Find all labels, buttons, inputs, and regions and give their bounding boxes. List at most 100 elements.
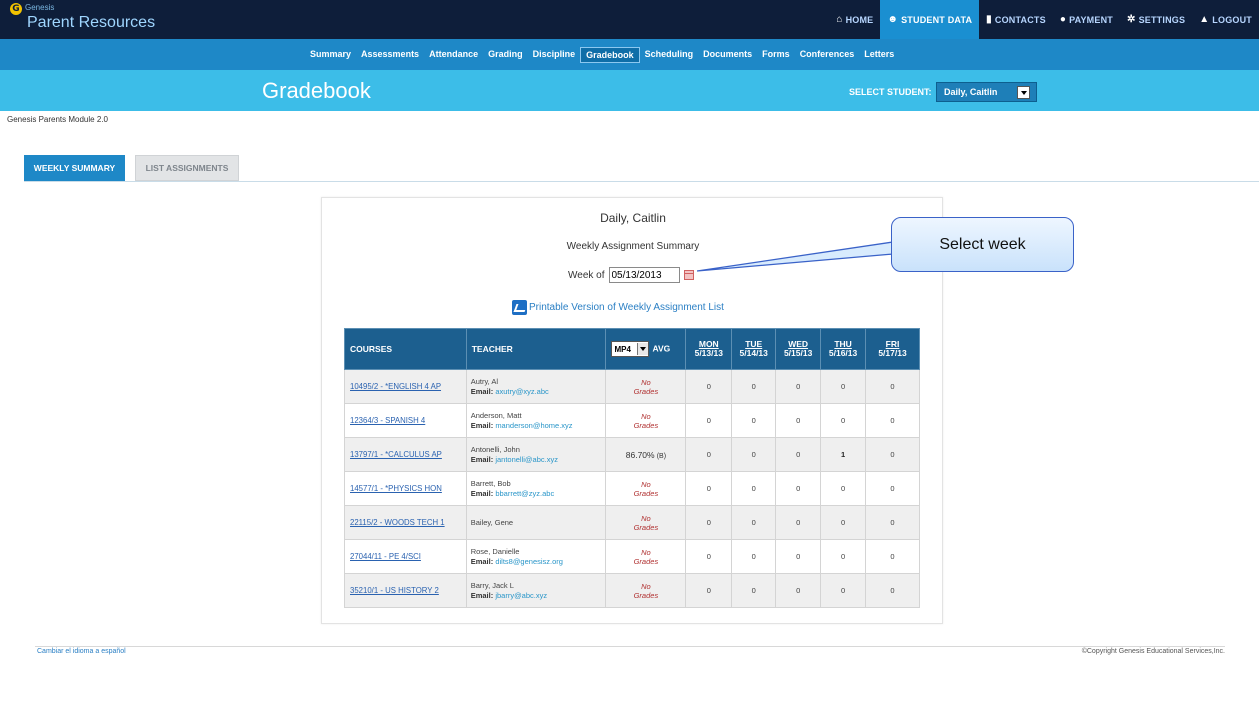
day-count-cell[interactable]: 1 <box>820 437 867 472</box>
no-grades-line: Grades <box>633 590 659 600</box>
day-count-cell[interactable]: 0 <box>865 539 920 574</box>
subnav-discipline[interactable]: Discipline <box>528 47 581 63</box>
home-icon: ⌂ <box>836 14 843 25</box>
day-count-cell[interactable]: 0 <box>685 471 733 506</box>
day-count-cell[interactable]: 0 <box>775 471 822 506</box>
day-count-cell[interactable]: 0 <box>775 369 822 404</box>
day-count-cell[interactable]: 0 <box>731 505 777 540</box>
course-link[interactable]: 35210/1 - US HISTORY 2 <box>350 586 439 595</box>
nav-contacts[interactable]: ▮ CONTACTS <box>979 0 1053 39</box>
day-count-cell[interactable]: 0 <box>820 471 867 506</box>
language-link[interactable]: Cambiar el idioma a español <box>37 648 126 655</box>
course-link[interactable]: 10495/2 - *ENGLISH 4 AP <box>350 382 441 391</box>
select-student-label: SELECT STUDENT: <box>849 87 932 97</box>
teacher-email[interactable]: jbarry@abc.xyz <box>495 591 547 600</box>
header-day-wed[interactable]: WED 5/15/13 <box>775 328 822 370</box>
course-link[interactable]: 27044/11 - PE 4/SCI <box>350 552 421 561</box>
calendar-icon[interactable] <box>683 270 694 280</box>
course-link[interactable]: 13797/1 - *CALCULUS AP <box>350 450 442 459</box>
day-count-cell[interactable]: 0 <box>731 573 777 608</box>
day-count-cell[interactable]: 0 <box>865 437 920 472</box>
header-day-fri[interactable]: FRI 5/17/13 <box>865 328 920 370</box>
assignment-table: COURSES TEACHER MP4 AVG MON 5/13/13 TUE 5/1… <box>344 328 920 608</box>
teacher-email[interactable]: dilts8@genesisz.org <box>495 557 563 566</box>
printable-link[interactable]: Printable Version of Weekly Assignment L… <box>512 300 724 315</box>
course-link[interactable]: 12364/3 - SPANISH 4 <box>350 416 425 425</box>
email-label: Email: <box>470 556 494 566</box>
subnav-summary[interactable]: Summary <box>305 47 356 63</box>
day-count-cell[interactable]: 0 <box>731 437 777 472</box>
avg-cell: No Grades <box>605 471 687 506</box>
day-count-cell[interactable]: 0 <box>820 403 867 438</box>
teacher-email[interactable]: jantonelli@abc.xyz <box>495 455 558 464</box>
email-label: Email: <box>470 590 494 600</box>
header-day-tue[interactable]: TUE 5/14/13 <box>731 328 777 370</box>
no-grades-line: Grades <box>633 556 659 566</box>
day-count-cell[interactable]: 0 <box>865 471 920 506</box>
day-count-cell[interactable]: 0 <box>685 369 733 404</box>
day-count-cell[interactable]: 0 <box>685 505 733 540</box>
course-cell: 12364/3 - SPANISH 4 <box>344 403 467 438</box>
chevron-down-icon[interactable] <box>1017 86 1030 99</box>
day-count-cell[interactable]: 0 <box>820 505 867 540</box>
teacher-email[interactable]: bbarrett@zyz.abc <box>495 489 554 498</box>
subnav-documents[interactable]: Documents <box>698 47 757 63</box>
subnav-assessments[interactable]: Assessments <box>356 47 424 63</box>
header-day-mon[interactable]: MON 5/13/13 <box>685 328 733 370</box>
day-count-cell[interactable]: 0 <box>820 369 867 404</box>
avg-percent: 86.70% <box>625 449 655 460</box>
nav-settings-label: SETTINGS <box>1138 14 1186 25</box>
day-count-cell[interactable]: 0 <box>685 437 733 472</box>
day-count-cell[interactable]: 0 <box>731 471 777 506</box>
course-link[interactable]: 14577/1 - *PHYSICS HON <box>350 484 442 493</box>
day-count-cell[interactable]: 0 <box>865 573 920 608</box>
teacher-email[interactable]: axutry@xyz.abc <box>495 387 548 396</box>
nav-home[interactable]: ⌂ HOME <box>829 0 880 39</box>
tab-weekly-summary[interactable]: WEEKLY SUMMARY <box>24 155 125 181</box>
nav-settings[interactable]: ✲ SETTINGS <box>1120 0 1192 39</box>
table-row: 13797/1 - *CALCULUS AP Antonelli, John Ema… <box>344 437 920 472</box>
day-count-cell[interactable]: 0 <box>775 403 822 438</box>
teacher-email[interactable]: manderson@home.xyz <box>495 421 572 430</box>
day-count-cell[interactable]: 0 <box>685 403 733 438</box>
day-count-cell[interactable]: 0 <box>731 403 777 438</box>
nav-student-data[interactable]: ☻ STUDENT DATA <box>880 0 980 39</box>
day-count-cell[interactable]: 0 <box>865 403 920 438</box>
marking-period-select[interactable]: MP4 <box>611 341 650 357</box>
course-link[interactable]: 22115/2 - WOODS TECH 1 <box>350 518 445 527</box>
tab-list-assignments[interactable]: LIST ASSIGNMENTS <box>135 155 239 181</box>
day-date: 5/14/13 <box>739 348 768 358</box>
subnav-gradebook[interactable]: Gradebook <box>580 47 640 63</box>
day-count-cell[interactable]: 0 <box>685 573 733 608</box>
nav-logout-label: LOGOUT <box>1212 14 1252 25</box>
subnav-conferences[interactable]: Conferences <box>795 47 860 63</box>
day-count-cell[interactable]: 0 <box>865 369 920 404</box>
pdf-icon <box>512 300 527 315</box>
day-count-cell[interactable]: 0 <box>731 539 777 574</box>
subnav-forms[interactable]: Forms <box>757 47 795 63</box>
day-count-cell[interactable]: 0 <box>775 573 822 608</box>
no-grades: No Grades <box>606 412 685 430</box>
select-student-dropdown[interactable]: Daily, Caitlin <box>936 82 1037 102</box>
subnav-attendance[interactable]: Attendance <box>424 47 483 63</box>
nav-payment[interactable]: ● PAYMENT <box>1053 0 1120 39</box>
select-week-callout: Select week <box>697 215 1077 275</box>
day-count-cell[interactable]: 0 <box>820 539 867 574</box>
table-row: 12364/3 - SPANISH 4 Anderson, Matt Email: … <box>344 403 920 438</box>
subnav-grading[interactable]: Grading <box>483 47 528 63</box>
nav-logout[interactable]: ▲ LOGOUT <box>1192 0 1259 39</box>
subnav-scheduling[interactable]: Scheduling <box>640 47 699 63</box>
day-count-cell[interactable]: 0 <box>775 437 822 472</box>
day-count-cell[interactable]: 0 <box>775 505 822 540</box>
week-date-input[interactable] <box>608 267 680 283</box>
day-count-cell[interactable]: 0 <box>775 539 822 574</box>
day-count-cell[interactable]: 0 <box>820 573 867 608</box>
table-row: 10495/2 - *ENGLISH 4 AP Autry, Al Email: a… <box>344 369 920 404</box>
day-count-cell[interactable]: 0 <box>685 539 733 574</box>
subnav-letters[interactable]: Letters <box>859 47 899 63</box>
teacher-name: Antonelli, John <box>470 444 520 454</box>
header-day-thu[interactable]: THU 5/16/13 <box>820 328 867 370</box>
day-count-cell[interactable]: 0 <box>865 505 920 540</box>
email-label: Email: <box>470 420 494 430</box>
day-count-cell[interactable]: 0 <box>731 369 777 404</box>
